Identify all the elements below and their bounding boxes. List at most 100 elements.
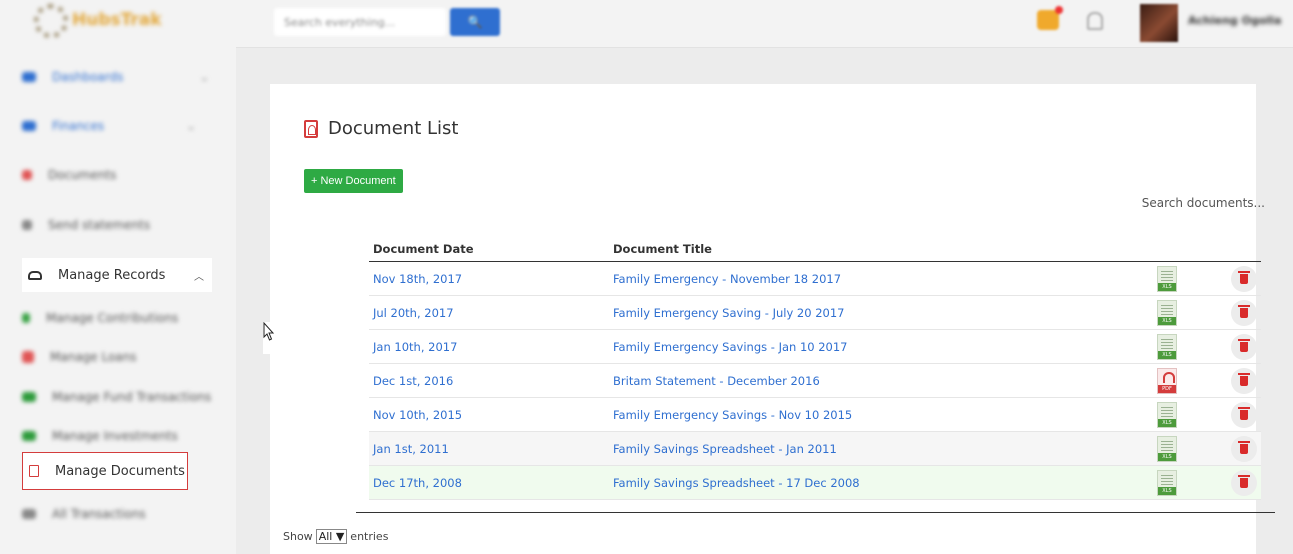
entries-label: entries	[350, 530, 389, 543]
document-date[interactable]: Dec 17th, 2008	[369, 476, 613, 490]
file-type-label: XLS	[1158, 282, 1176, 291]
chevron-up-icon: ︿	[194, 271, 204, 283]
dashboard-icon	[22, 72, 36, 82]
xls-file-icon[interactable]: XLS	[1157, 469, 1177, 496]
file-type-label: PDF	[1158, 384, 1176, 393]
brand-name: HubsTrak	[72, 10, 162, 30]
investments-icon	[22, 431, 36, 441]
sidebar-item-manage-loans[interactable]: Manage Loans	[22, 350, 137, 364]
file-type-label: XLS	[1158, 316, 1176, 325]
documents-table: Document Date Document Title Nov 18th, 2…	[369, 236, 1261, 500]
fund-transactions-icon	[22, 392, 36, 402]
trash-icon	[1238, 440, 1250, 454]
document-date[interactable]: Nov 18th, 2017	[369, 272, 613, 286]
contributions-icon	[22, 313, 30, 323]
sidebar-item-label: Manage Investments	[52, 429, 178, 443]
sidebar-item-manage-contributions[interactable]: Manage Contributions	[22, 311, 178, 325]
sidebar-item-manage-fund-transactions[interactable]: Manage Fund Transactions	[22, 390, 211, 404]
sidebar-item-manage-investments[interactable]: Manage Investments	[22, 429, 178, 443]
table-row: Jul 20th, 2017 Family Emergency Saving -…	[369, 296, 1261, 330]
page-length-select[interactable]: All ▼	[315, 529, 348, 544]
pdf-file-icon[interactable]: PDF	[1157, 367, 1177, 394]
document-date[interactable]: Nov 10th, 2015	[369, 408, 613, 422]
inbox-icon	[28, 270, 42, 280]
table-row: Nov 18th, 2017 Family Emergency - Novemb…	[369, 262, 1261, 296]
new-document-button[interactable]: + New Document	[304, 169, 403, 193]
finances-icon	[22, 121, 36, 131]
sidebar-item-send-statements[interactable]: Send statements	[22, 218, 150, 232]
delete-button[interactable]	[1231, 401, 1257, 428]
document-title-link[interactable]: Family Savings Spreadsheet - 17 Dec 2008	[613, 476, 1157, 490]
document-title-link[interactable]: Family Emergency Saving - July 20 2017	[613, 306, 1157, 320]
trash-icon	[1238, 372, 1250, 386]
delete-button[interactable]	[1231, 367, 1257, 394]
delete-button[interactable]	[1231, 333, 1257, 360]
file-type-label: XLS	[1158, 452, 1176, 461]
table-row: Jan 1st, 2011 Family Savings Spreadsheet…	[369, 432, 1261, 466]
document-title-link[interactable]: Family Emergency - November 18 2017	[613, 272, 1157, 286]
sidebar-item-manage-records[interactable]: Manage Records ︿	[22, 258, 212, 292]
document-date[interactable]: Dec 1st, 2016	[369, 374, 613, 388]
search-button[interactable]: 🔍	[450, 8, 500, 36]
pdf-icon	[29, 465, 39, 477]
chevron-down-icon: ⌄	[199, 70, 210, 84]
bell-icon[interactable]	[1087, 12, 1103, 30]
sidebar-item-label: Finances	[52, 119, 105, 133]
file-type-label: XLS	[1158, 486, 1176, 495]
page-title: Document List	[328, 118, 459, 139]
document-icon	[22, 170, 32, 180]
table-header: Document Date Document Title	[369, 236, 1261, 262]
avatar[interactable]	[1140, 4, 1178, 42]
xls-file-icon[interactable]: XLS	[1157, 333, 1177, 360]
file-type-label: XLS	[1158, 350, 1176, 359]
column-header-date[interactable]: Document Date	[369, 242, 613, 256]
document-date[interactable]: Jan 1st, 2011	[369, 442, 613, 456]
global-search-input[interactable]: Search everything...	[274, 8, 446, 36]
xls-file-icon[interactable]: XLS	[1157, 401, 1177, 428]
app-logo[interactable]: HubsTrak	[34, 4, 184, 40]
send-icon	[22, 220, 32, 230]
document-title-link[interactable]: Family Emergency Savings - Nov 10 2015	[613, 408, 1157, 422]
mail-notification-icon[interactable]	[1037, 6, 1063, 30]
sidebar-item-finances[interactable]: Finances ⌄	[22, 119, 196, 133]
document-title-link[interactable]: Britam Statement - December 2016	[613, 374, 1157, 388]
xls-file-icon[interactable]: XLS	[1157, 299, 1177, 326]
file-type-label: XLS	[1158, 418, 1176, 427]
search-documents-input[interactable]: Search documents...	[1142, 196, 1265, 210]
sidebar-item-manage-documents[interactable]: Manage Documents	[22, 452, 188, 490]
document-date[interactable]: Jul 20th, 2017	[369, 306, 613, 320]
sidebar-item-label: Manage Fund Transactions	[52, 390, 212, 404]
table-row: Dec 1st, 2016 Britam Statement - Decembe…	[369, 364, 1261, 398]
trash-icon	[1238, 406, 1250, 420]
document-title-link[interactable]: Family Savings Spreadsheet - Jan 2011	[613, 442, 1157, 456]
trash-icon	[1238, 338, 1250, 352]
column-header-title[interactable]: Document Title	[613, 242, 1157, 256]
page-length-control: Show All ▼ entries	[283, 529, 388, 544]
xls-file-icon[interactable]: XLS	[1157, 265, 1177, 292]
sidebar-item-label: Dashboards	[52, 70, 124, 84]
show-label: Show	[283, 530, 313, 543]
page-header: Document List	[304, 118, 458, 139]
sidebar-item-label: Manage Records	[58, 267, 166, 283]
user-name[interactable]: Achieng Ogolla	[1188, 14, 1281, 27]
document-title-link[interactable]: Family Emergency Savings - Jan 10 2017	[613, 340, 1157, 354]
xls-file-icon[interactable]: XLS	[1157, 435, 1177, 462]
search-icon: 🔍	[467, 15, 483, 29]
transactions-icon	[22, 509, 36, 519]
delete-button[interactable]	[1231, 265, 1257, 292]
document-date[interactable]: Jan 10th, 2017	[369, 340, 613, 354]
sidebar-item-all-transactions[interactable]: All Transactions	[22, 507, 146, 521]
sidebar: HubsTrak Dashboards ⌄ Finances ⌄ Documen…	[0, 0, 236, 554]
delete-button[interactable]	[1231, 469, 1257, 496]
delete-button[interactable]	[1231, 299, 1257, 326]
table-row: Jan 10th, 2017 Family Emergency Savings …	[369, 330, 1261, 364]
mouse-cursor-icon	[263, 322, 275, 354]
trash-icon	[1238, 474, 1250, 488]
loans-icon	[22, 351, 34, 363]
trash-icon	[1238, 270, 1250, 284]
delete-button[interactable]	[1231, 435, 1257, 462]
sidebar-item-label: Documents	[48, 168, 117, 182]
sidebar-item-documents[interactable]: Documents	[22, 168, 116, 182]
chevron-down-icon: ⌄	[186, 119, 197, 133]
sidebar-item-dashboards[interactable]: Dashboards ⌄	[22, 70, 209, 84]
